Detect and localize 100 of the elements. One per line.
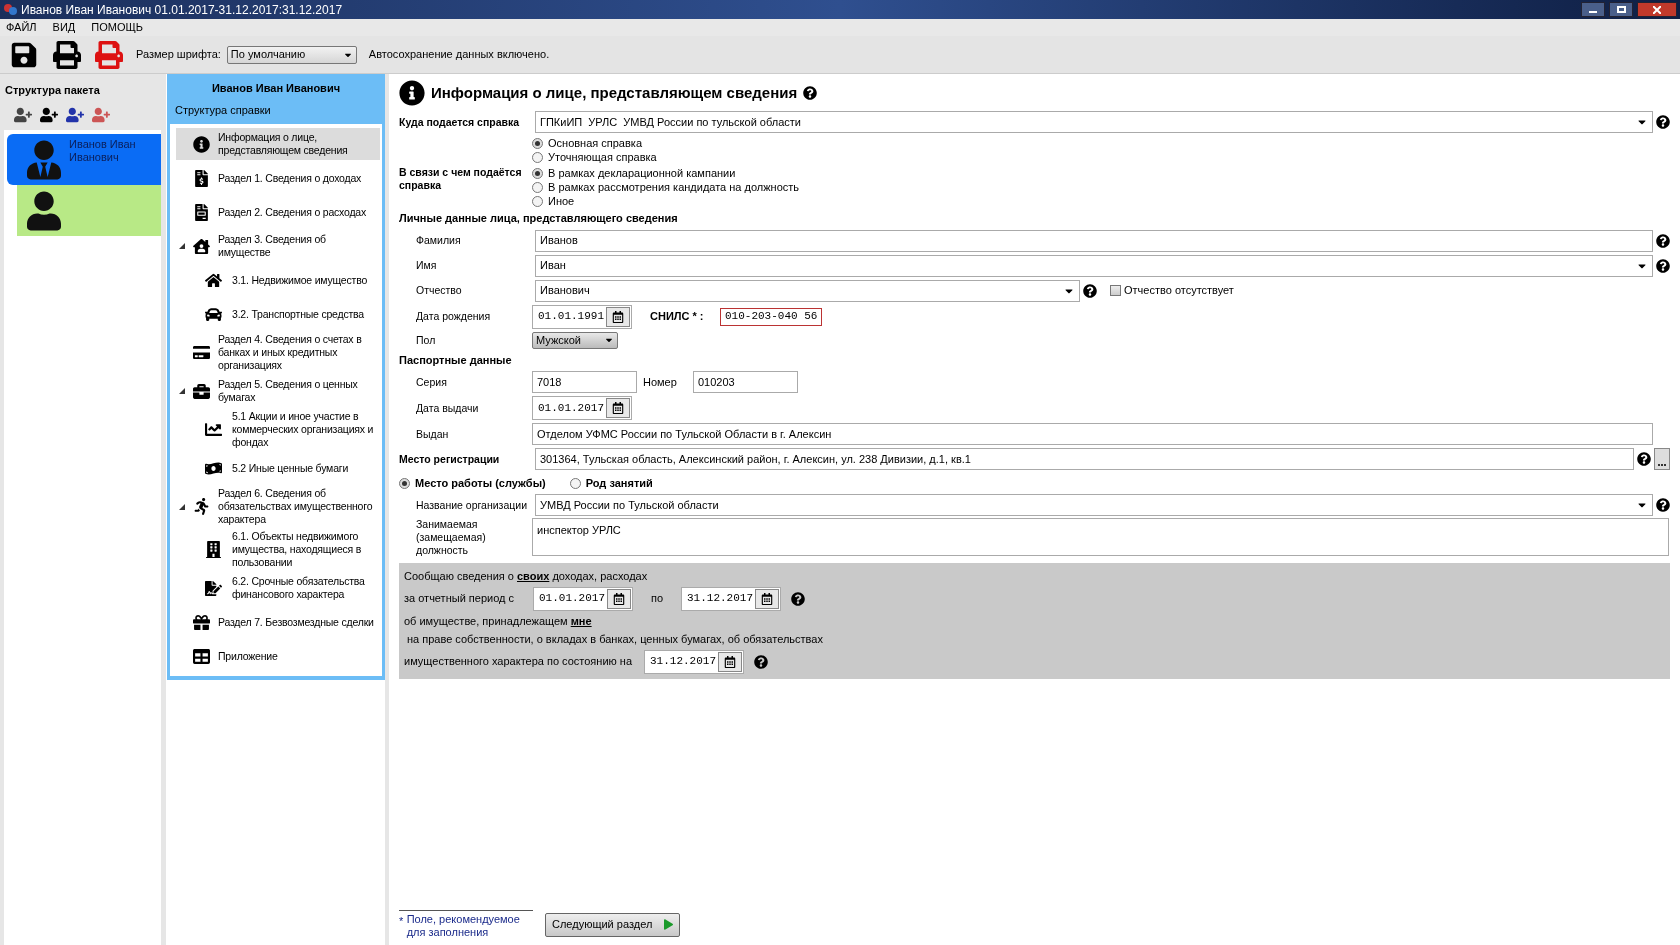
nav-label: 6.2. Срочные обязательства финансового характера (231, 575, 366, 601)
nav-item[interactable]: Приложение (176, 640, 380, 672)
save-icon[interactable] (10, 40, 38, 69)
minimize-button[interactable] (1581, 2, 1605, 17)
menu-item[interactable]: ПОМОЩЬ (91, 19, 143, 36)
info-icon (399, 80, 425, 106)
building-icon (205, 541, 222, 558)
menu-item[interactable]: ФАЙЛ (6, 19, 37, 36)
organization-dropdown[interactable]: УМВД России по Тульской области (535, 494, 1653, 516)
radio-button[interactable] (399, 477, 410, 489)
calendar-button[interactable] (755, 588, 779, 609)
nav-item[interactable]: 5.2 Иные ценные бумаги (176, 452, 380, 484)
nav-label: 5.1 Акции и иное участие в коммерческих организациях и фондах (231, 410, 375, 449)
nav-label: 6.1. Объекты недвижимого имущества, находящиеся в пользовании (231, 530, 363, 569)
calendar-button[interactable] (607, 588, 631, 609)
nav-item[interactable]: 3.2. Транспортные средства (176, 298, 380, 330)
nav-item[interactable]: Информация о лице, представляющем сведения (176, 128, 380, 160)
add-person-icon[interactable] (14, 106, 32, 123)
help-icon[interactable] (1656, 233, 1670, 248)
expanded-triangle-icon[interactable] (179, 388, 185, 394)
radio-button[interactable] (532, 181, 543, 193)
font-size-dropdown[interactable]: По умолчанию (226, 45, 357, 64)
nav-item[interactable]: Раздел 7. Безвозмездные сделки (176, 606, 380, 638)
radio-button[interactable] (532, 137, 543, 149)
field-label: Название организации (415, 498, 529, 512)
period-text: об имуществе, принадлежащем мне (404, 613, 593, 629)
nav-item[interactable]: 6.1. Объекты недвижимого имущества, находящиеся в пользовании (176, 529, 380, 570)
person-avatar-icon (27, 138, 61, 181)
checkbox[interactable] (1110, 285, 1121, 296)
calendar-icon (613, 592, 625, 605)
next-section-button[interactable]: Следующий раздел (545, 912, 681, 937)
nav-item[interactable]: 5.1 Акции и иное участие в коммерческих организациях и фондах (176, 409, 380, 450)
browse-button[interactable] (1654, 448, 1670, 470)
nav-item[interactable]: Раздел 1. Сведения о доходах (176, 162, 380, 194)
field-label: Серия (415, 375, 448, 389)
nav-item[interactable]: Раздел 5. Сведения о ценных бумагах (176, 375, 380, 407)
radio-label: В рамках рассмотрения кандидата на должность (548, 179, 800, 195)
period-label: имущественного характера по состоянию на (404, 654, 634, 670)
radio-button[interactable] (532, 151, 543, 163)
passport-series-field[interactable]: 7018 (532, 371, 637, 393)
nav-item[interactable]: Раздел 6. Сведения об обязательствах имущественного характера (176, 486, 380, 527)
person-card[interactable] (17, 184, 161, 236)
help-icon[interactable] (754, 654, 768, 669)
help-icon[interactable] (1656, 115, 1670, 129)
person-avatar-icon (27, 189, 61, 232)
help-icon[interactable] (1637, 452, 1651, 466)
radio-button[interactable] (532, 195, 543, 207)
nav-item[interactable]: Раздел 4. Сведения о счетах в банках и иных кредитных организациях (176, 332, 380, 373)
menu-item[interactable]: ВИД (52, 19, 76, 36)
destination-dropdown[interactable]: ГПКиИП УРЛС УМВД России по тульской области (535, 111, 1653, 133)
radio-button[interactable] (569, 477, 581, 489)
issued-by-field[interactable]: Отделом УФМС России по Тульской Области в г. Алексин (532, 423, 1653, 445)
maximize-button[interactable] (1609, 2, 1633, 17)
printer-icon[interactable] (52, 40, 82, 69)
nav-label: Раздел 5. Сведения о ценных бумагах (217, 378, 359, 404)
field-label: Имя (415, 259, 438, 272)
section-heading: Личные данные лица, представляющего сведения (399, 211, 679, 226)
nav-label: Информация о лице, представляющем сведения (217, 131, 349, 157)
nav-subtitle: Структура справки (174, 102, 272, 118)
position-field[interactable]: инспектор УРЛС (532, 518, 1669, 556)
period-text: Сообщаю сведения о своих доходах, расходах (404, 569, 649, 584)
nav-item[interactable]: 6.2. Срочные обязательства финансового характера (176, 572, 380, 604)
help-icon[interactable] (1083, 283, 1097, 298)
footnote-mark: * (399, 914, 405, 929)
surname-field[interactable]: Иванов (535, 229, 1653, 252)
expanded-triangle-icon[interactable] (179, 503, 185, 510)
nav-label: 3.2. Транспортные средства (231, 307, 364, 321)
registration-field[interactable]: 301364, Тульская область, Алексинский район, г. Алексин, ул. 238 Дивизии, д.1, кв.1 (535, 448, 1634, 470)
help-icon[interactable] (1656, 258, 1670, 273)
card-icon (192, 344, 210, 361)
field-label: Занимаемая (замещаемая) должность (415, 518, 487, 557)
calendar-button[interactable] (718, 651, 742, 672)
close-button[interactable] (1637, 2, 1677, 17)
nav-label: 3.1. Недвижимое имущество (231, 273, 368, 287)
field-label: Куда подается справка (399, 115, 521, 129)
passport-number-field[interactable]: 010203 (693, 371, 798, 393)
calendar-button[interactable] (606, 306, 630, 327)
add-person-icon[interactable] (66, 106, 84, 123)
nav-item[interactable]: 3.1. Недвижимое имущество (176, 264, 380, 296)
snils-label: СНИЛС * : (650, 309, 705, 325)
document-icon (205, 579, 222, 597)
snils-field[interactable]: 010-203-040 56 (720, 307, 823, 326)
patronymic-dropdown[interactable]: Иванович (535, 279, 1080, 302)
calendar-icon (724, 655, 736, 668)
help-icon[interactable] (803, 86, 818, 100)
briefcase-icon (192, 382, 210, 400)
expanded-triangle-icon[interactable] (179, 243, 185, 249)
house-icon (205, 271, 222, 289)
radio-button[interactable] (532, 167, 543, 179)
radio-label: Основная справка (548, 135, 642, 151)
nav-item[interactable]: Раздел 2. Сведения о расходах (176, 196, 380, 228)
running-person-icon (192, 498, 210, 515)
help-icon[interactable] (1656, 498, 1670, 512)
help-icon[interactable] (791, 591, 805, 606)
gender-dropdown[interactable]: Мужской (532, 331, 618, 349)
nav-item[interactable]: Раздел 3. Сведения об имуществе (176, 230, 380, 262)
name-dropdown[interactable]: Иван (535, 254, 1653, 277)
calendar-icon (612, 310, 624, 323)
calendar-button[interactable] (606, 398, 630, 418)
add-person-icon[interactable] (40, 106, 58, 123)
